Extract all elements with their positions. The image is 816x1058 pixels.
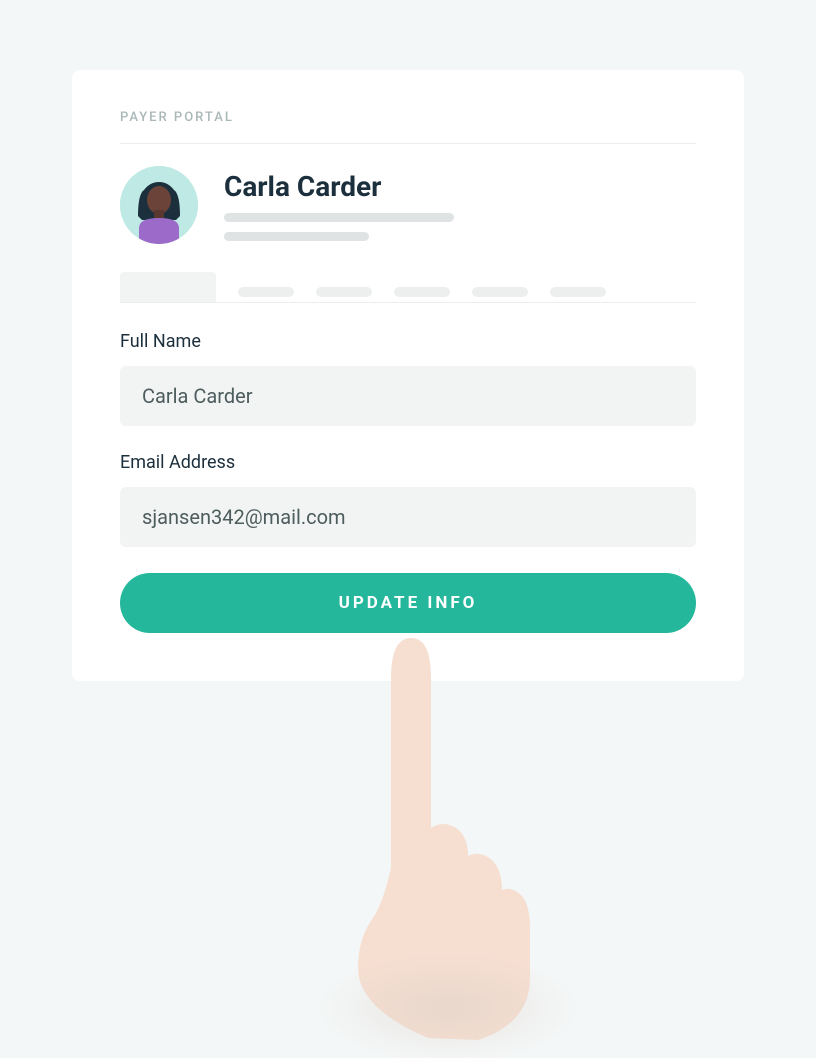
- full-name-label: Full Name: [120, 331, 696, 352]
- email-label: Email Address: [120, 452, 696, 473]
- tab-placeholder[interactable]: [394, 287, 450, 297]
- avatar: [120, 166, 198, 244]
- profile-info: Carla Carder: [224, 170, 696, 241]
- avatar-illustration-icon: [120, 166, 198, 244]
- skeleton-line: [224, 232, 369, 241]
- tab-placeholder[interactable]: [316, 287, 372, 297]
- full-name-input[interactable]: [120, 366, 696, 426]
- pointing-hand-icon: [228, 628, 588, 1058]
- tab-placeholder[interactable]: [238, 287, 294, 297]
- tab-placeholder[interactable]: [550, 287, 606, 297]
- tab-active[interactable]: [120, 272, 216, 302]
- profile-name: Carla Carder: [224, 170, 696, 203]
- update-info-button[interactable]: UPDATE INFO: [120, 573, 696, 633]
- email-input[interactable]: [120, 487, 696, 547]
- divider: [120, 143, 696, 144]
- portal-label: PAYER PORTAL: [120, 110, 696, 125]
- tabs: [120, 272, 696, 302]
- profile-header: Carla Carder: [120, 166, 696, 244]
- tab-placeholder[interactable]: [472, 287, 528, 297]
- tabs-divider: [120, 302, 696, 303]
- profile-card: PAYER PORTAL Carla Carder Full Name Emai: [72, 70, 744, 681]
- skeleton-line: [224, 213, 454, 222]
